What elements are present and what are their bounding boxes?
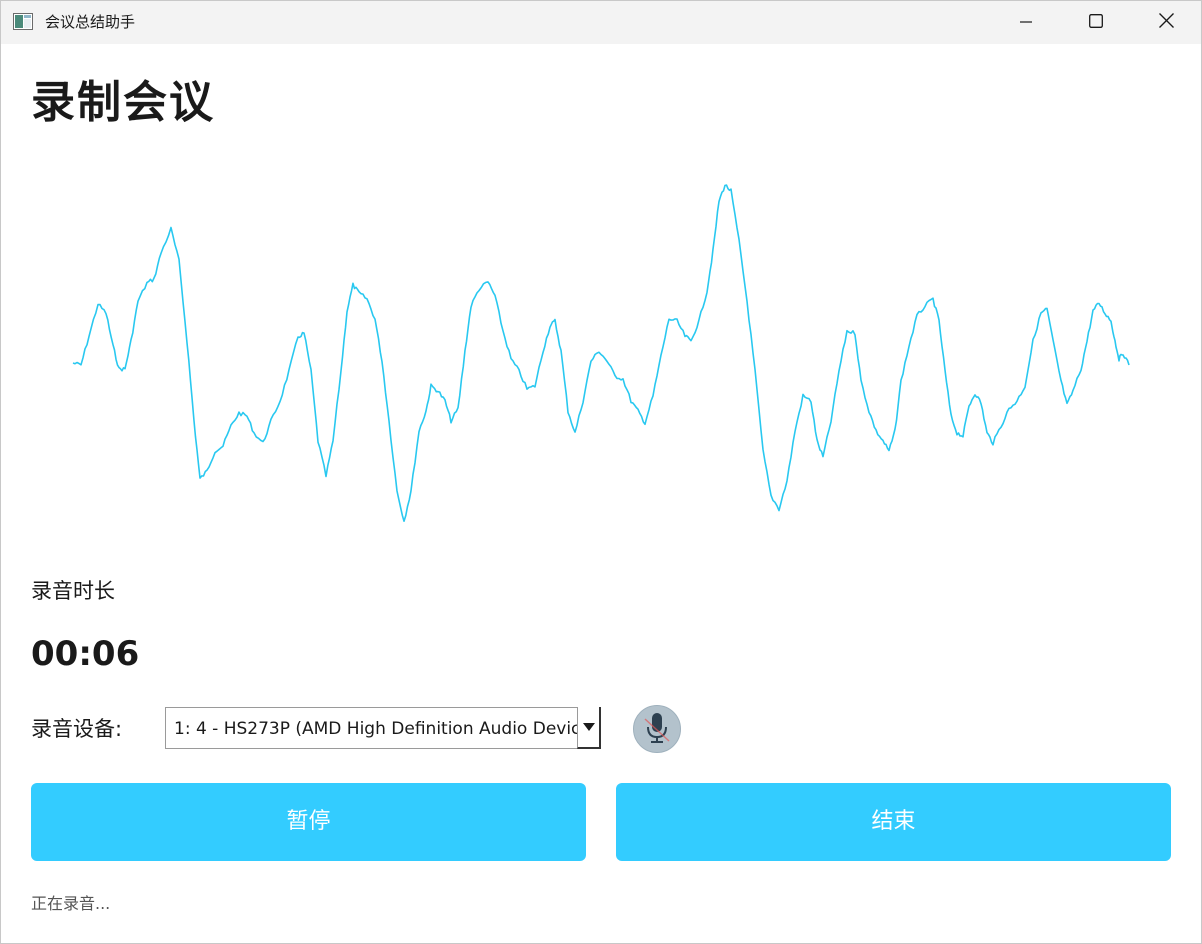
minimize-icon xyxy=(1020,13,1032,32)
pause-button[interactable]: 暂停 xyxy=(31,783,586,861)
maximize-icon xyxy=(1089,13,1103,32)
duration-label: 录音时长 xyxy=(31,579,115,603)
app-window: 会议总结助手 录制会议 录音时长 00:06 录音设备: 1: 4 - HS27… xyxy=(0,0,1202,944)
page-title: 录制会议 xyxy=(31,77,215,128)
mic-toggle-button[interactable] xyxy=(633,705,681,753)
minimize-button[interactable] xyxy=(991,1,1061,44)
maximize-button[interactable] xyxy=(1061,1,1131,44)
title-bar[interactable]: 会议总结助手 xyxy=(1,1,1201,44)
stop-button[interactable]: 结束 xyxy=(616,783,1171,861)
audio-waveform xyxy=(72,184,1130,522)
status-text: 正在录音... xyxy=(31,894,111,913)
dropdown-arrow-icon[interactable] xyxy=(577,707,601,749)
duration-value: 00:06 xyxy=(31,634,140,674)
window-title: 会议总结助手 xyxy=(45,13,136,31)
close-icon xyxy=(1158,13,1174,32)
close-button[interactable] xyxy=(1131,1,1201,44)
waveform-line xyxy=(72,184,1130,522)
microphone-muted-icon xyxy=(637,707,677,751)
device-select-value: 1: 4 - HS273P (AMD High Definition Audio… xyxy=(174,719,598,739)
app-window-icon xyxy=(13,13,33,30)
device-label: 录音设备: xyxy=(31,717,123,741)
device-select[interactable]: 1: 4 - HS273P (AMD High Definition Audio… xyxy=(165,707,601,749)
